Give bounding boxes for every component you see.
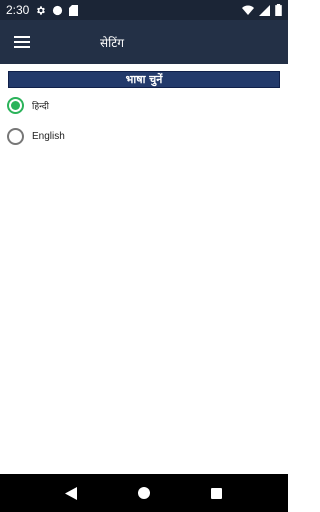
language-section-header: भाषा चुनें	[8, 71, 280, 88]
status-left: 2:30	[6, 3, 79, 17]
gear-icon	[35, 5, 46, 16]
battery-icon	[275, 4, 282, 16]
wifi-icon	[242, 5, 254, 15]
recents-icon	[210, 487, 222, 499]
app-bar: सेटिंग	[0, 20, 288, 64]
language-option-label: English	[32, 130, 65, 142]
status-right	[242, 4, 282, 16]
hamburger-menu-icon	[14, 36, 30, 48]
circle-icon	[52, 5, 63, 16]
language-option-hindi[interactable]: हिन्दी	[7, 93, 277, 117]
radio-dot	[11, 100, 20, 110]
navigation-bar	[0, 474, 288, 512]
radio-button-english[interactable]	[7, 127, 24, 145]
language-option-label: हिन्दी	[32, 101, 50, 112]
page-title: सेटिंग	[100, 35, 125, 50]
signal-icon	[259, 4, 270, 16]
back-button[interactable]	[51, 474, 91, 512]
status-bar: 2:30	[0, 0, 288, 20]
radio-button-hindi[interactable]	[7, 96, 24, 114]
back-icon	[65, 486, 77, 500]
recents-button[interactable]	[196, 474, 236, 512]
status-time: 2:30	[6, 3, 30, 17]
sd-card-icon	[69, 4, 79, 16]
home-icon	[138, 487, 150, 499]
home-button[interactable]	[124, 474, 164, 512]
menu-button[interactable]	[0, 20, 44, 64]
language-option-english[interactable]: English	[7, 124, 277, 148]
